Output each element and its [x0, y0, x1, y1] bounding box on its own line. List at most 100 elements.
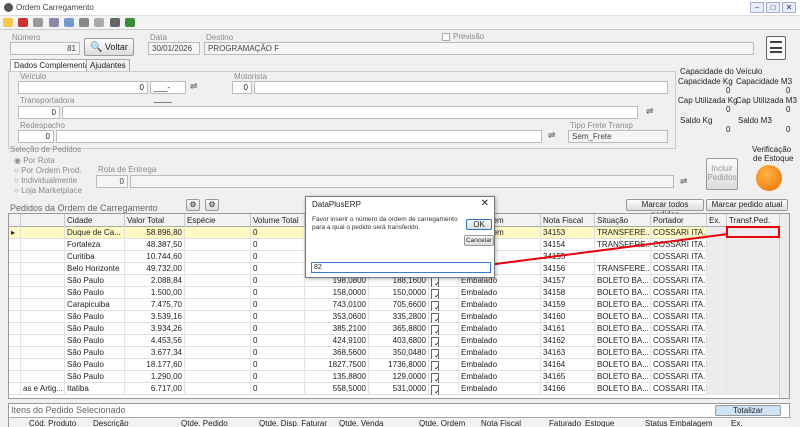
cell-b[interactable]: 335,2800 [369, 311, 429, 323]
cell-empty[interactable] [707, 311, 727, 323]
delete-icon[interactable] [33, 18, 44, 27]
veiculo-field[interactable]: 0 [18, 81, 148, 94]
embalado-checkbox[interactable]: ✓ [429, 287, 459, 299]
cell-a[interactable]: 1827,7500 [305, 359, 369, 371]
cell-empty[interactable] [707, 383, 727, 395]
cell-sit[interactable]: BOLETO BA... [595, 323, 651, 335]
cell-emb[interactable]: Embalado [459, 359, 541, 371]
cell-pre[interactable] [21, 323, 65, 335]
cell-nf[interactable]: 34163 [541, 347, 595, 359]
cell-emb[interactable]: Embalado [459, 371, 541, 383]
cell-emb[interactable]: Embalado [459, 299, 541, 311]
cell-port[interactable]: COSSARI ITA... [651, 347, 707, 359]
cell-volume[interactable]: 0 [251, 287, 305, 299]
cell-pre[interactable] [21, 287, 65, 299]
cell-valor[interactable]: 3.539,16 [125, 311, 185, 323]
cell-nf[interactable]: 34162 [541, 335, 595, 347]
table-row[interactable]: as e Artig... Itatiba 6.717,00 0 558,5000 531… [9, 383, 789, 395]
cell-a[interactable]: 353,0600 [305, 311, 369, 323]
cell-empty[interactable] [727, 311, 781, 323]
cell-valor[interactable]: 2.088,84 [125, 275, 185, 287]
cell-volume[interactable]: 0 [251, 383, 305, 395]
cell-b[interactable]: 531,0000 [369, 383, 429, 395]
cell-a[interactable]: 424,9100 [305, 335, 369, 347]
itens-col-descricao[interactable]: Descrição [93, 418, 129, 427]
voltar-button[interactable]: 🔍 Voltar [84, 38, 134, 56]
cell-cidade[interactable]: Carapicuiba [65, 299, 125, 311]
itens-col-qtde-ordem[interactable]: Qtde. Ordem [419, 418, 465, 427]
cell-sit[interactable]: BOLETO BA... [595, 371, 651, 383]
cell-port[interactable]: COSSARI ITA... [651, 371, 707, 383]
cell-sit[interactable]: BOLETO BA... [595, 275, 651, 287]
itens-col-faturado[interactable]: Faturado [549, 418, 581, 427]
cell-sit[interactable]: BOLETO BA... [595, 311, 651, 323]
cell-empty[interactable] [185, 299, 251, 311]
filter-icon[interactable] [94, 18, 105, 27]
cell-empty[interactable] [185, 263, 251, 275]
cell-a[interactable]: 158,0000 [305, 287, 369, 299]
close-icon[interactable]: ✕ [782, 2, 796, 13]
cell-port[interactable]: COSSARI ITA... [651, 275, 707, 287]
cell-cidade[interactable]: São Paulo [65, 323, 125, 335]
cell-emb[interactable]: Embalado [459, 311, 541, 323]
report-icon[interactable] [766, 36, 786, 60]
radio-loja-marketplace[interactable]: ○ Loja Marketplace [14, 186, 82, 195]
edit-icon[interactable] [18, 18, 29, 27]
redespacho-name-field[interactable] [56, 130, 542, 143]
cell-cidade[interactable]: São Paulo [65, 275, 125, 287]
table-row[interactable]: São Paulo4.453,56 0424,9100403,6800✓Embal… [9, 335, 789, 347]
transportadora-id-field[interactable]: 0 [18, 106, 60, 119]
table-row[interactable]: São Paulo3.677,34 0368,5600350,0480✓Embal… [9, 347, 789, 359]
cell-empty[interactable] [185, 335, 251, 347]
table-row[interactable]: São Paulo18.177,60 01827,75001736,8000✓Em… [9, 359, 789, 371]
cell-empty[interactable] [185, 371, 251, 383]
cell-empty[interactable] [707, 299, 727, 311]
itens-col-estoque[interactable]: Estoque [585, 418, 614, 427]
cell-emb[interactable]: Embalado [459, 383, 541, 395]
cell-nf[interactable]: 34164 [541, 359, 595, 371]
cell-empty[interactable] [727, 251, 781, 263]
itens-col-status-embalagem[interactable]: Status Embalagem [645, 418, 713, 427]
embalado-checkbox[interactable]: ✓ [429, 359, 459, 371]
cell-a[interactable]: 385,2100 [305, 323, 369, 335]
rota-name-field[interactable] [130, 175, 674, 188]
cell-pre[interactable] [21, 227, 65, 239]
cell-port[interactable]: COSSARI ITA... [651, 299, 707, 311]
cell-b[interactable]: 1736,8000 [369, 359, 429, 371]
cell-nf[interactable]: 34166 [541, 383, 595, 395]
tipo-frete-select[interactable]: Sem_Frete [568, 130, 668, 143]
col-especie[interactable]: Espécie [185, 214, 251, 227]
cell-nf[interactable]: 34165 [541, 371, 595, 383]
cell-empty[interactable] [727, 263, 781, 275]
itens-col-cod-produto[interactable]: Cód. Produto [29, 418, 76, 427]
cell-empty[interactable] [707, 359, 727, 371]
veiculo-search-icon[interactable]: ⇌ [190, 81, 210, 93]
cell-volume[interactable]: 0 [251, 263, 305, 275]
cell-empty[interactable] [707, 275, 727, 287]
col-portador[interactable]: Portador [651, 214, 707, 227]
table-row[interactable]: São Paulo1.500,00 0158,0000150,0000✓Embal… [9, 287, 789, 299]
cell-empty[interactable] [727, 371, 781, 383]
col-volume-total[interactable]: Volume Total [251, 214, 305, 227]
cell-emb[interactable]: Embalado [459, 287, 541, 299]
cell-pre[interactable] [21, 251, 65, 263]
cell-cidade[interactable]: São Paulo [65, 311, 125, 323]
new-icon[interactable] [3, 18, 13, 27]
cell-empty[interactable] [185, 323, 251, 335]
redespacho-search-icon[interactable]: ⇌ [548, 130, 556, 141]
cell-sit[interactable]: BOLETO BA... [595, 359, 651, 371]
cell-empty[interactable] [707, 287, 727, 299]
cell-valor[interactable]: 18.177,60 [125, 359, 185, 371]
minimize-icon[interactable]: – [750, 2, 764, 13]
itens-col-qtde-venda[interactable]: Qtde. Venda [339, 418, 383, 427]
cell-empty[interactable] [707, 323, 727, 335]
marcar-atual-button[interactable]: Marcar pedido atual [706, 199, 788, 211]
cell-cidade[interactable]: Itatiba [65, 383, 125, 395]
cell-empty[interactable] [727, 323, 781, 335]
cell-volume[interactable]: 0 [251, 299, 305, 311]
cell-empty[interactable] [185, 239, 251, 251]
marcar-todos-button[interactable]: Marcar todos pedidos [626, 199, 704, 219]
cell-nf[interactable]: 34158 [541, 287, 595, 299]
cell-empty[interactable] [185, 251, 251, 263]
cell-cidade[interactable]: São Paulo [65, 335, 125, 347]
